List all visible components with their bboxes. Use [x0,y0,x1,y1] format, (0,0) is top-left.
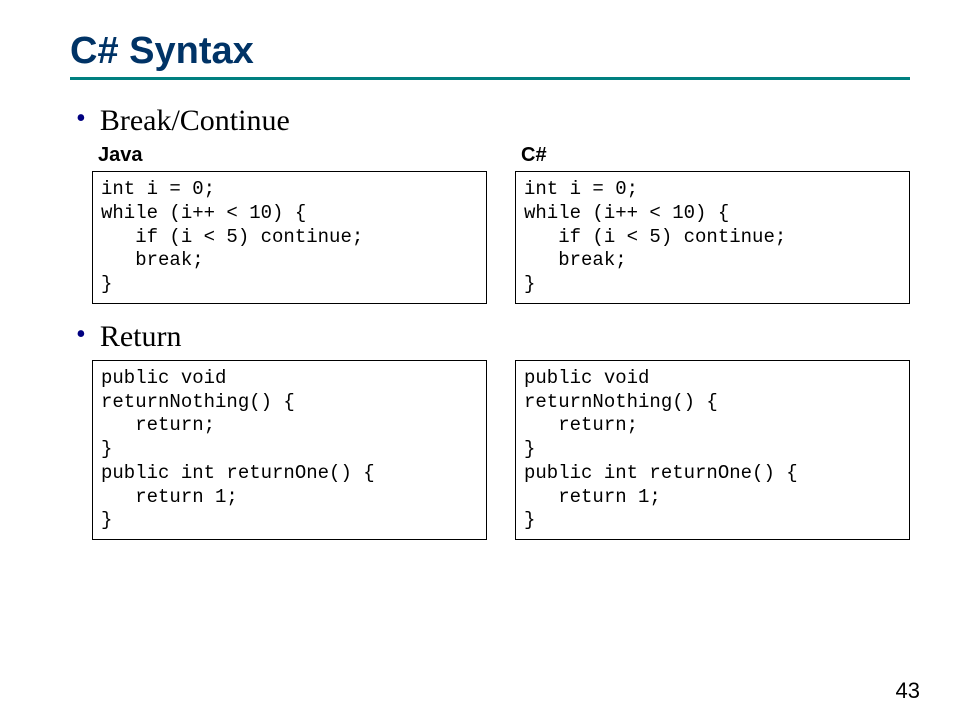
page-number: 43 [896,678,920,704]
bullet-return: • Return [76,320,910,354]
columns-break-continue: Java int i = 0; while (i++ < 10) { if (i… [92,144,910,304]
code-csharp-break-continue: int i = 0; while (i++ < 10) { if (i < 5)… [515,171,910,304]
bullet-text: Return [100,320,182,354]
label-csharp: C# [521,144,910,167]
bullet-text: Break/Continue [100,104,290,138]
col-csharp: C# int i = 0; while (i++ < 10) { if (i <… [515,144,910,304]
label-java: Java [98,144,487,167]
col-java: public void returnNothing() { return; } … [92,360,487,540]
bullet-dot-icon: • [76,321,86,349]
title-rule [70,77,910,80]
columns-return: public void returnNothing() { return; } … [92,360,910,540]
code-java-break-continue: int i = 0; while (i++ < 10) { if (i < 5)… [92,171,487,304]
bullet-break-continue: • Break/Continue [76,104,910,138]
bullet-dot-icon: • [76,105,86,133]
slide: C# Syntax • Break/Continue Java int i = … [0,0,960,720]
col-java: Java int i = 0; while (i++ < 10) { if (i… [92,144,487,304]
slide-title: C# Syntax [70,30,910,73]
code-csharp-return: public void returnNothing() { return; } … [515,360,910,540]
code-java-return: public void returnNothing() { return; } … [92,360,487,540]
col-csharp: public void returnNothing() { return; } … [515,360,910,540]
